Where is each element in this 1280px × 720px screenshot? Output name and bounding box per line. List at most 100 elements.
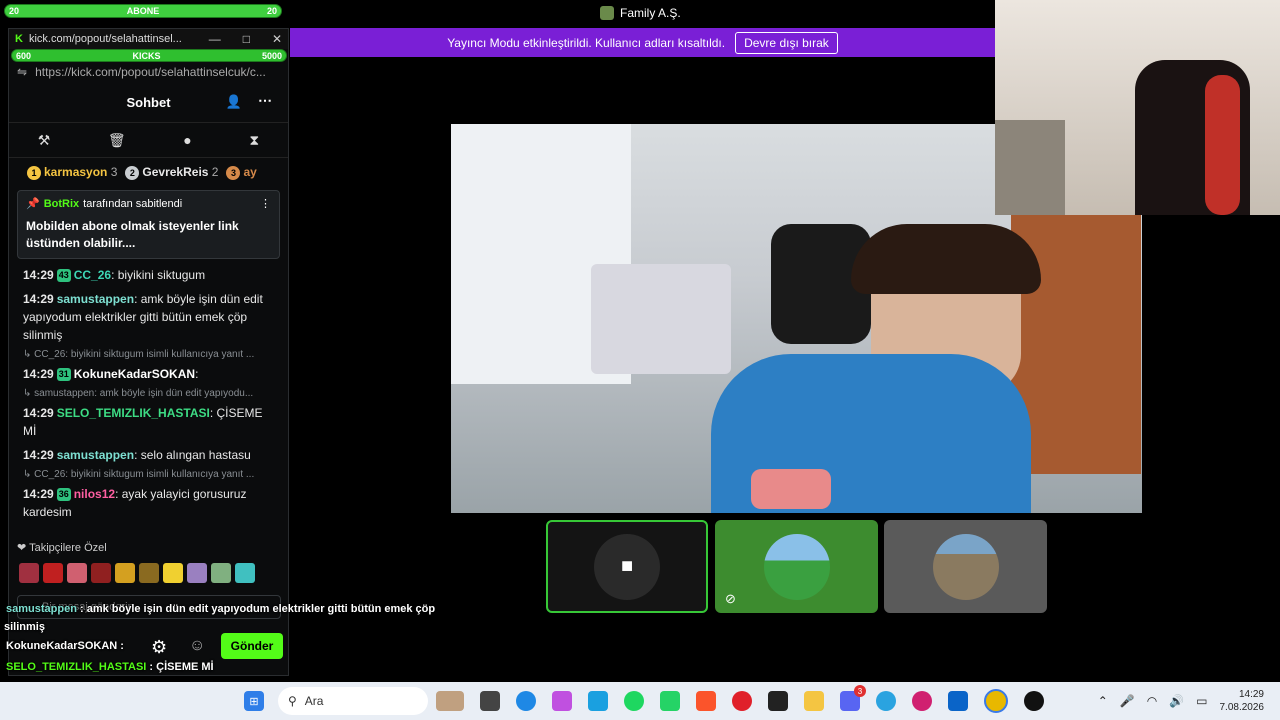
trash-icon[interactable]: 🗑 <box>108 132 126 149</box>
site-info-icon[interactable]: ⇋ <box>17 65 27 79</box>
more-options-icon[interactable]: ⋯ <box>258 92 272 109</box>
emote-picker-icon[interactable]: ☺ <box>189 637 205 655</box>
settings-gear-icon[interactable]: ⚙ <box>151 637 167 658</box>
chat-popup-window: K kick.com/popout/selahattinsel... — □ ✕… <box>8 28 289 676</box>
send-button[interactable]: Gönder <box>221 633 283 659</box>
chat-message[interactable]: 14:29 31 KokuneKadarSOKAN: <box>9 362 288 386</box>
chat-message[interactable]: 14:29 36 nilos12: ayak yalayici gorusuruz … <box>9 482 288 524</box>
subscriber-badge: 43 <box>56 269 71 282</box>
file-explorer-icon[interactable] <box>804 691 824 711</box>
overlay-username: SELO_TEMIZLIK_HASTASI <box>6 661 147 673</box>
emote[interactable] <box>211 563 231 583</box>
app-icon[interactable] <box>588 691 608 711</box>
window-controls: — □ ✕ <box>209 32 282 46</box>
spotify-icon[interactable] <box>624 691 644 711</box>
pinned-message[interactable]: 📌 BotRix tarafından sabitlendi ⋮ Mobilde… <box>17 190 280 259</box>
copilot-icon[interactable] <box>552 691 572 711</box>
taskbar: ⊞ ⚲ Ara 3 ⌃ 🎤 ◠ 🔊 ▭ 14:29 7.08.2026 <box>0 682 1280 720</box>
message-username[interactable]: SELO_TEMIZLIK_HASTASI <box>57 406 210 420</box>
kicks-left: 600 <box>16 50 32 61</box>
microphone <box>751 469 831 509</box>
overlay-text: silinmiş <box>4 621 45 633</box>
followers-label-text: Takipçilere Özel <box>29 542 107 554</box>
emote[interactable] <box>187 563 207 583</box>
reply-reference[interactable]: ↳ samustappen: amk böyle işin dün edit y… <box>9 386 288 401</box>
popup-title: kick.com/popout/selahattinsel... <box>28 33 182 45</box>
wifi-icon[interactable]: ◠ <box>1147 694 1157 708</box>
url-text: https://kick.com/popout/selahattinselcuk… <box>35 65 266 79</box>
chat-title: Sohbet <box>126 94 171 110</box>
close-icon[interactable]: ✕ <box>272 32 282 46</box>
followers-only-label: ❤ Takipçilere Özel <box>17 542 107 554</box>
participant-tile-football[interactable]: ⊘ <box>715 520 878 613</box>
user-settings-icon[interactable]: 👤 <box>226 94 242 110</box>
message-username[interactable]: nilos12 <box>74 487 115 501</box>
telegram-icon[interactable] <box>876 691 896 711</box>
address-bar[interactable]: ⇋ https://kick.com/popout/selahattinselc… <box>9 62 288 82</box>
leader-2: 2 GevrekReis 2 <box>125 165 218 180</box>
brave-icon[interactable] <box>696 691 716 711</box>
streamer-mode-banner: Yayıncı Modu etkinleştirildi. Kullanıcı … <box>290 28 995 57</box>
chevron-up-icon[interactable]: ⌃ <box>1098 694 1108 708</box>
leader-name: ay <box>243 164 257 179</box>
overlay-chat-line: samustappen : amk böyle işin dün edit ya… <box>6 603 435 615</box>
battery-icon[interactable]: ▭ <box>1196 694 1207 708</box>
message-text: : selo alıngan hastasu <box>134 448 251 462</box>
message-username[interactable]: samustappen <box>57 448 134 462</box>
chat-message[interactable]: 14:29 samustappen: amk böyle işin dün edi… <box>9 287 288 347</box>
emote[interactable] <box>115 563 135 583</box>
emote[interactable] <box>235 563 255 583</box>
chrome-icon[interactable] <box>984 689 1008 713</box>
bed <box>591 264 731 374</box>
participant-tile-camera[interactable]: ■ <box>546 520 708 613</box>
chat-message[interactable]: 14:29 samustappen: selo alıngan hastasu <box>9 443 288 467</box>
emote[interactable] <box>19 563 39 583</box>
minimize-icon[interactable]: — <box>209 32 221 46</box>
hourglass-icon[interactable]: ⧗ <box>249 132 259 149</box>
opera-gx-icon[interactable] <box>912 691 932 711</box>
clock[interactable]: 14:29 7.08.2026 <box>1220 688 1265 714</box>
opera-icon[interactable] <box>732 691 752 711</box>
game-icon[interactable] <box>768 691 788 711</box>
banner-text: Yayıncı Modu etkinleştirildi. Kullanıcı … <box>447 35 726 50</box>
emote[interactable] <box>91 563 111 583</box>
clock-date: 7.08.2026 <box>1219 702 1265 713</box>
chat-message[interactable]: 14:29 43 CC_26: biyikini siktugum <box>9 263 288 287</box>
clock-time: 14:29 <box>1238 689 1264 700</box>
reply-reference[interactable]: ↳ CC_26: biyikini siktugum isimli kullan… <box>9 467 288 482</box>
emote[interactable] <box>43 563 63 583</box>
participant-tile-landscape[interactable] <box>884 520 1047 613</box>
volume-icon[interactable]: 🔊 <box>1169 694 1184 708</box>
sub-goal-label: ABONE <box>126 6 160 16</box>
unpin-icon[interactable]: ⋮ <box>260 197 271 210</box>
chat-message-list: 14:29 43 CC_26: biyikini siktugum 14:29 samu… <box>9 263 288 524</box>
disable-streamer-mode-button[interactable]: Devre dışı bırak <box>735 31 838 54</box>
chat-bubble-icon[interactable]: ● <box>183 132 191 148</box>
edge-icon[interactable] <box>516 691 536 711</box>
maximize-icon[interactable]: □ <box>243 32 250 46</box>
rank-badge: 1 <box>27 165 41 180</box>
obs-icon[interactable] <box>1024 691 1044 711</box>
message-username[interactable]: KokuneKadarSOKAN <box>74 367 195 381</box>
emote[interactable] <box>67 563 87 583</box>
start-windows-icon[interactable]: ⊞ <box>244 691 264 711</box>
emote[interactable] <box>163 563 183 583</box>
discord-icon[interactable]: 3 <box>840 685 866 711</box>
task-view-icon[interactable] <box>480 691 500 711</box>
microphone-icon[interactable]: 🎤 <box>1120 694 1135 708</box>
message-username[interactable]: samustappen <box>57 292 134 306</box>
taskbar-search[interactable]: ⚲ Ara <box>278 687 428 715</box>
chat-message[interactable]: 14:29 SELO_TEMIZLIK_HASTASI: ÇİSEME Mİ <box>9 401 288 443</box>
message-time: 14:29 <box>23 487 54 501</box>
emote[interactable] <box>139 563 159 583</box>
chair-red-stripe <box>1205 75 1240 215</box>
hammer-icon[interactable]: ⚒ <box>38 132 51 149</box>
overlay-username: samustappen <box>6 603 77 615</box>
widgets-icon[interactable] <box>436 691 464 711</box>
reply-reference[interactable]: ↳ CC_26: biyikini siktugum isimli kullan… <box>9 347 288 362</box>
message-username[interactable]: CC_26 <box>74 268 111 282</box>
leader-name: karmasyon <box>44 164 108 179</box>
outlook-icon[interactable] <box>948 691 968 711</box>
whatsapp-icon[interactable] <box>660 691 680 711</box>
overlay-chat-line: silinmiş <box>4 621 45 633</box>
